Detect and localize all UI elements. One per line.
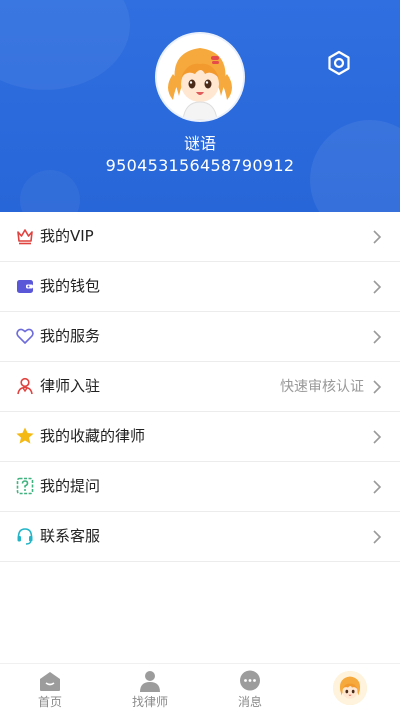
tab-find-lawyer[interactable]: 找律师 — [100, 664, 200, 712]
chevron-right-icon — [373, 480, 382, 494]
menu-item-label: 我的收藏的律师 — [40, 427, 146, 445]
question-note-icon — [16, 477, 34, 495]
tab-messages[interactable]: 消息 — [200, 664, 300, 712]
lawyer-person-icon — [17, 377, 33, 395]
profile-header: 谜语 950453156458790912 — [0, 0, 400, 212]
tab-label: 消息 — [237, 695, 262, 709]
bottom-tab-bar: 首页 找律师 消息 — [0, 663, 400, 712]
chevron-right-icon — [373, 430, 382, 444]
home-icon — [40, 672, 60, 691]
menu-item-vip[interactable]: 我的VIP — [0, 212, 400, 262]
tab-label: 找律师 — [131, 695, 168, 709]
tab-label: 首页 — [37, 695, 62, 709]
headset-icon — [17, 528, 33, 545]
menu-item-label: 我的VIP — [40, 227, 94, 245]
menu-item-label: 我的提问 — [40, 477, 101, 495]
crown-icon — [17, 229, 33, 245]
profile-menu: 我的VIP 我的钱包 我的服务 律师入驻 快速审核认证 我的收藏的律师 我的提问… — [0, 212, 400, 562]
wallet-icon — [17, 280, 33, 293]
menu-item-my-questions[interactable]: 我的提问 — [0, 462, 400, 512]
menu-item-favorite-lawyers[interactable]: 我的收藏的律师 — [0, 412, 400, 462]
person-icon — [140, 671, 160, 692]
user-nickname: 谜语 — [183, 134, 216, 153]
chevron-right-icon — [373, 380, 382, 394]
heart-outline-icon — [16, 328, 34, 344]
chevron-right-icon — [373, 280, 382, 294]
chevron-right-icon — [373, 230, 382, 244]
header-decoration — [20, 170, 80, 212]
menu-item-lawyer-join[interactable]: 律师入驻 快速审核认证 — [0, 362, 400, 412]
settings-button[interactable] — [324, 48, 354, 78]
tab-me[interactable] — [300, 664, 400, 712]
chevron-right-icon — [373, 330, 382, 344]
menu-item-services[interactable]: 我的服务 — [0, 312, 400, 362]
hexagon-gear-icon — [328, 50, 350, 76]
menu-item-wallet[interactable]: 我的钱包 — [0, 262, 400, 312]
avatar — [333, 671, 367, 705]
menu-item-customer-service[interactable]: 联系客服 — [0, 512, 400, 562]
menu-item-label: 我的钱包 — [40, 277, 101, 295]
menu-item-label: 律师入驻 — [40, 377, 101, 395]
chat-bubble-icon — [240, 670, 260, 691]
user-id: 950453156458790912 — [105, 156, 295, 175]
menu-item-label: 我的服务 — [40, 327, 101, 345]
star-icon — [16, 427, 34, 444]
tab-home[interactable]: 首页 — [0, 664, 100, 712]
review-hint-text: 快速审核认证 — [280, 379, 364, 395]
chevron-right-icon — [373, 530, 382, 544]
user-avatar[interactable] — [157, 34, 243, 120]
menu-item-label: 联系客服 — [40, 527, 101, 545]
header-decoration — [0, 0, 130, 90]
